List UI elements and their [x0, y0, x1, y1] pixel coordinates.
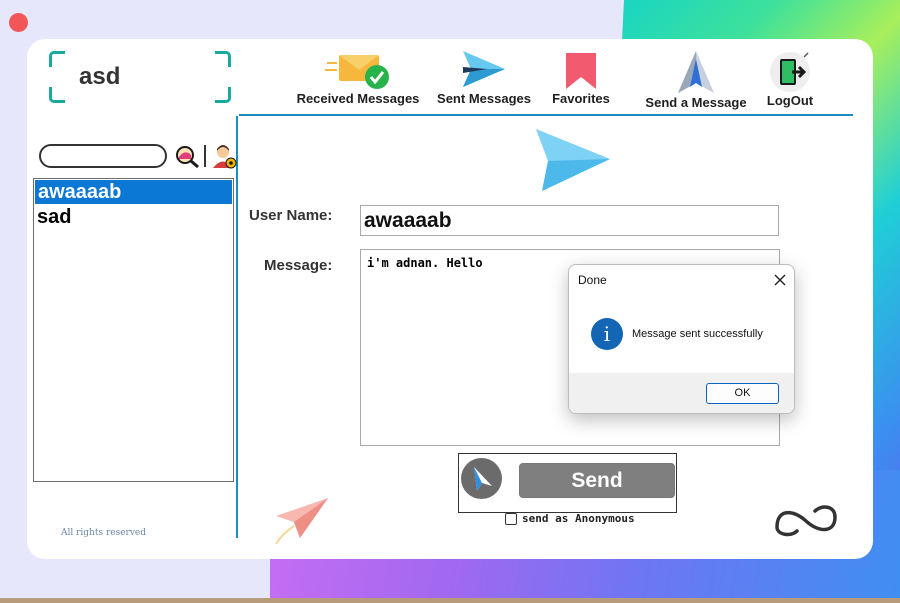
panel-divider — [236, 116, 238, 538]
nav-sent-messages[interactable]: Sent Messages — [432, 47, 536, 106]
username-label: User Name: — [249, 207, 333, 224]
search-icon[interactable] — [175, 145, 201, 169]
nav-favorites[interactable]: Favorites — [547, 51, 615, 106]
copyright-text: All rights reserved — [61, 528, 146, 538]
send-panel: Send — [458, 453, 677, 513]
header-paper-plane-icon — [536, 129, 610, 191]
bookmark-icon — [566, 53, 596, 89]
anonymous-option[interactable]: send as Anonymous — [505, 512, 635, 525]
list-item[interactable]: awaaaab — [35, 180, 232, 204]
decorative-paper-plane-icon — [275, 498, 328, 545]
message-label: Message: — [264, 257, 333, 274]
user-settings-icon[interactable] — [211, 143, 237, 169]
desktop-strip — [0, 598, 900, 603]
ok-button[interactable]: OK — [706, 383, 779, 404]
dialog-footer: OK — [569, 373, 794, 413]
logout-door-icon — [770, 52, 810, 92]
nav-received-messages[interactable]: Received Messages — [293, 51, 423, 106]
user-list[interactable]: awaaaab sad — [33, 178, 234, 482]
navigation-arrow-icon — [678, 51, 714, 93]
infinity-logo-icon — [775, 505, 837, 537]
navigation-arrow-icon — [474, 467, 492, 491]
send-circle-icon — [461, 458, 502, 499]
nav-favorites-label: Favorites — [552, 91, 610, 106]
recipient-username-field[interactable]: awaaaab — [360, 205, 779, 236]
anonymous-label: send as Anonymous — [522, 512, 635, 525]
nav-send-message[interactable]: Send a Message — [637, 49, 755, 110]
nav-received-label: Received Messages — [296, 91, 420, 106]
dialog-message: Message sent successfully — [632, 328, 763, 340]
toolbar-separator — [204, 145, 206, 167]
send-button[interactable]: Send — [519, 463, 675, 498]
user-search-input[interactable] — [39, 144, 167, 168]
current-username: asd — [79, 63, 121, 90]
window-close-dot[interactable] — [9, 13, 28, 32]
dialog-title: Done — [578, 273, 607, 287]
nav-logout-label: LogOut — [766, 93, 814, 108]
nav-underline — [239, 114, 853, 116]
anonymous-checkbox[interactable] — [505, 512, 517, 525]
nav-logout[interactable]: LogOut — [757, 51, 823, 108]
nav-sent-label: Sent Messages — [437, 91, 531, 106]
current-user-frame: asd — [49, 51, 231, 103]
close-icon[interactable] — [773, 273, 787, 287]
envelope-check-icon — [325, 55, 389, 89]
nav-send-label: Send a Message — [645, 95, 747, 110]
info-icon: i — [591, 318, 623, 350]
paper-plane-icon — [463, 51, 505, 87]
success-dialog: Done i Message sent successfully OK — [568, 264, 795, 414]
list-item[interactable]: sad — [34, 205, 233, 229]
